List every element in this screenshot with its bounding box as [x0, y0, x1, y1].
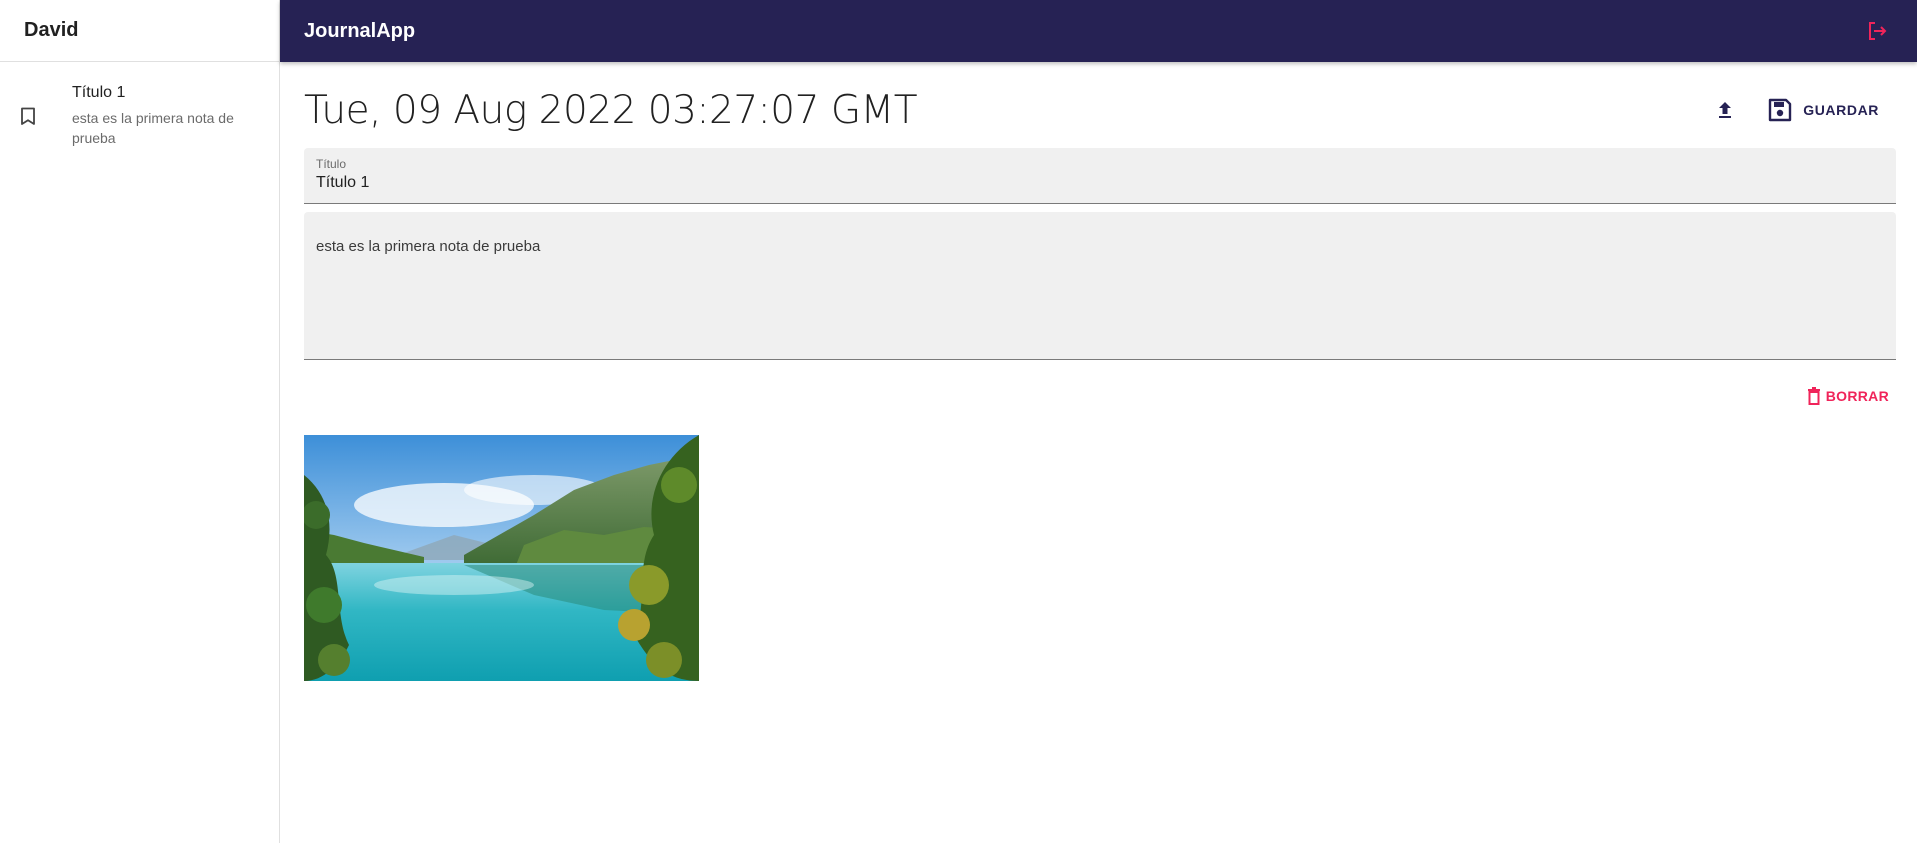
body-field[interactable]: esta es la primera nota de prueba — [304, 212, 1896, 360]
note-text: Título 1 esta es la primera nota de prue… — [72, 82, 259, 148]
image-gallery — [304, 435, 1897, 681]
user-name: David — [24, 19, 79, 41]
save-button[interactable]: GUARDAR — [1759, 91, 1887, 129]
app-bar: JournalApp — [280, 0, 1917, 62]
save-label: GUARDAR — [1803, 102, 1879, 118]
body-textarea[interactable]: esta es la primera nota de prueba — [316, 238, 1884, 338]
logout-icon — [1866, 20, 1888, 42]
note-date: Tue, 09 Aug 2022 03:27:07 GMT — [304, 87, 918, 133]
note-item-body: esta es la primera nota de prueba — [72, 110, 234, 146]
note-item-title: Título 1 — [72, 84, 126, 101]
title-input[interactable] — [316, 174, 1884, 192]
note-editor: Tue, 09 Aug 2022 03:27:07 GMT GUARDAR Tí… — [304, 62, 1897, 843]
title-field-label: Título — [316, 157, 347, 171]
trash-icon — [1806, 386, 1822, 406]
sidebar-header: David — [0, 0, 279, 62]
delete-button[interactable]: BORRAR — [1806, 382, 1889, 410]
sidebar-note-item[interactable]: Título 1 esta es la primera nota de prue… — [0, 62, 279, 168]
app-title: JournalApp — [304, 19, 416, 42]
logout-button[interactable] — [1861, 15, 1893, 47]
delete-row: BORRAR — [304, 382, 1897, 410]
upload-button[interactable] — [1705, 90, 1745, 130]
title-field[interactable]: Título — [304, 148, 1896, 204]
upload-icon — [1716, 100, 1734, 120]
bookmark-icon — [20, 82, 72, 148]
save-icon — [1767, 97, 1793, 123]
lake-photo — [304, 435, 699, 681]
date-row: Tue, 09 Aug 2022 03:27:07 GMT GUARDAR — [304, 62, 1897, 148]
note-actions: GUARDAR — [1705, 90, 1897, 130]
delete-label: BORRAR — [1825, 388, 1889, 404]
sidebar: David Título 1 esta es la primera nota d… — [0, 0, 280, 843]
lake-landscape-image — [304, 435, 699, 681]
